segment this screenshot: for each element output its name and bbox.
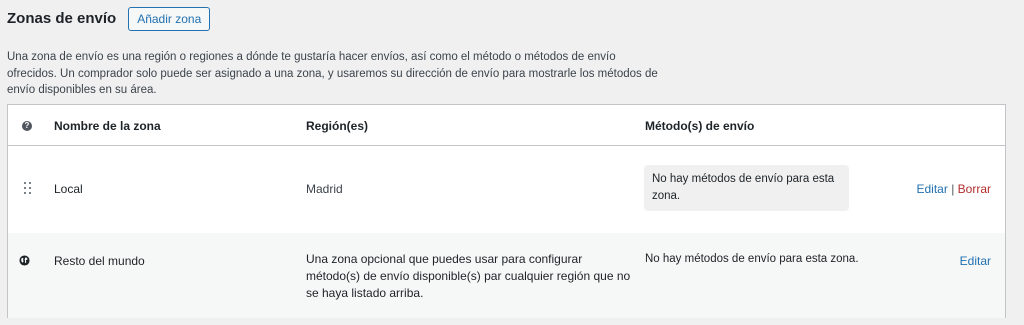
edit-zone-link[interactable]: Editar <box>960 254 991 268</box>
zones-description: Una zona de envío es una región o region… <box>7 51 658 96</box>
delete-zone-link[interactable]: Borrar <box>958 182 991 196</box>
zone-region: Una zona opcional que puedes usar para c… <box>306 252 631 300</box>
column-header-methods: Método(s) de envío <box>645 119 755 133</box>
page-title: Zonas de envío <box>7 10 117 27</box>
zone-region: Madrid <box>306 182 343 196</box>
globe-icon <box>19 255 30 266</box>
zone-name: Resto del mundo <box>54 254 145 268</box>
help-icon[interactable]: ? <box>22 121 32 131</box>
row-actions: Editar | Borrar <box>916 182 991 196</box>
column-header-zone-name: Nombre de la zona <box>54 119 161 133</box>
row-actions: Editar <box>960 254 991 268</box>
shipping-methods-box: No hay métodos de envío para esta zona. <box>644 165 849 211</box>
shipping-zones-table: ? Nombre de la zona Región(es) Método(s)… <box>7 104 1006 318</box>
drag-handle-icon[interactable] <box>24 182 32 196</box>
shipping-methods-text: No hay métodos de envío para esta zona. <box>645 253 859 265</box>
table-row: Resto del mundo Una zona opcional que pu… <box>8 233 1005 318</box>
page-header: Zonas de envío Añadir zona <box>7 7 211 31</box>
table-row: Local Madrid No hay métodos de envío par… <box>8 145 1005 234</box>
table-header-row: ? Nombre de la zona Región(es) Método(s)… <box>8 105 1005 146</box>
column-header-regions: Región(es) <box>306 119 369 133</box>
edit-zone-link[interactable]: Editar <box>916 182 947 196</box>
zone-name: Local <box>54 182 83 196</box>
add-zone-button[interactable]: Añadir zona <box>128 7 211 31</box>
action-separator: | <box>951 182 955 196</box>
